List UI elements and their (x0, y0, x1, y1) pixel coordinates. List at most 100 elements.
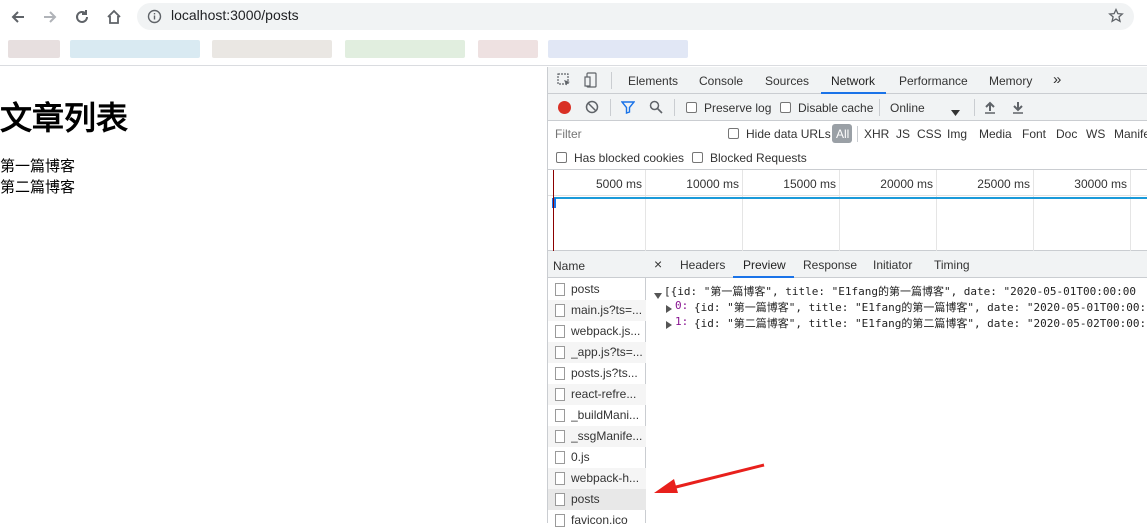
bookmark-item[interactable] (8, 40, 60, 58)
devtools-panel: Elements Console Sources Network Perform… (547, 67, 1147, 527)
tab-preview[interactable]: Preview (743, 258, 786, 272)
request-row[interactable]: posts.js?ts... (548, 363, 646, 384)
tab-initiator[interactable]: Initiator (873, 258, 912, 272)
tab-response[interactable]: Response (803, 258, 857, 272)
filter-type-js[interactable]: JS (896, 127, 910, 141)
filter-type-xhr[interactable]: XHR (864, 127, 889, 141)
close-icon[interactable]: × (654, 256, 662, 272)
json-item: {id: "第二篇博客", title: "E1fang的第二篇博客", dat… (694, 317, 1147, 330)
document-icon (555, 304, 565, 317)
tab-console[interactable]: Console (699, 74, 743, 88)
timeline-load-marker (553, 170, 554, 251)
tab-headers[interactable]: Headers (680, 258, 725, 272)
search-icon[interactable] (649, 100, 663, 117)
forward-icon[interactable] (38, 5, 62, 29)
clear-icon[interactable] (585, 100, 599, 117)
tab-memory[interactable]: Memory (989, 74, 1032, 88)
request-row[interactable]: _ssgManife... (548, 426, 646, 447)
document-icon (555, 514, 565, 527)
expanded-triangle-icon[interactable] (654, 288, 662, 302)
request-row[interactable]: favicon.ico (548, 510, 646, 531)
request-name: _app.js?ts=... (571, 345, 643, 359)
tab-performance[interactable]: Performance (899, 74, 968, 88)
request-name: posts (571, 282, 600, 296)
filter-icon[interactable] (620, 100, 636, 117)
tab-timing[interactable]: Timing (934, 258, 970, 272)
back-icon[interactable] (6, 5, 30, 29)
request-detail-pane: × Headers Preview Response Initiator Tim… (646, 251, 1147, 523)
bookmark-star-icon[interactable] (1108, 7, 1124, 28)
name-header-label: Name (553, 259, 586, 273)
document-icon (555, 283, 565, 296)
separator (610, 99, 611, 116)
tab-sources[interactable]: Sources (765, 74, 809, 88)
post-item[interactable]: 第一篇博客 (0, 155, 75, 176)
has-blocked-cookies-checkbox[interactable] (556, 152, 567, 163)
bookmarks-bar (0, 34, 1147, 66)
filter-type-font[interactable]: Font (1022, 127, 1046, 141)
request-row[interactable]: webpack-h... (548, 468, 646, 489)
document-icon (555, 430, 565, 443)
import-har-icon[interactable] (983, 100, 997, 117)
hide-data-urls-checkbox[interactable] (728, 128, 739, 139)
inspect-element-icon[interactable] (557, 73, 572, 91)
timeline-tick-label: 25000 ms (977, 177, 1030, 191)
request-row[interactable]: webpack.js... (548, 321, 646, 342)
request-row[interactable]: posts (548, 279, 646, 300)
collapsed-triangle-icon[interactable] (666, 302, 672, 316)
home-icon[interactable] (102, 5, 126, 29)
more-tabs-icon[interactable]: » (1053, 71, 1061, 88)
request-row[interactable]: main.js?ts=... (548, 300, 646, 321)
separator (879, 99, 880, 116)
filter-type-doc[interactable]: Doc (1056, 127, 1077, 141)
timeline-dom-content-line (553, 197, 1147, 199)
request-row[interactable]: 0.js (548, 447, 646, 468)
device-toolbar-icon[interactable] (584, 72, 599, 91)
json-key: 0: (675, 299, 689, 312)
separator (857, 126, 858, 142)
request-name: posts.js?ts... (571, 366, 638, 380)
filter-type-ws[interactable]: WS (1086, 127, 1105, 141)
hide-data-urls-label: Hide data URLs (746, 127, 831, 141)
filter-type-img[interactable]: Img (947, 127, 967, 141)
request-row[interactable]: _buildMani... (548, 405, 646, 426)
bookmark-item[interactable] (345, 40, 465, 58)
info-icon[interactable] (147, 9, 162, 28)
post-item[interactable]: 第二篇博客 (0, 176, 75, 197)
disable-cache-checkbox[interactable] (780, 102, 791, 113)
tab-elements[interactable]: Elements (628, 74, 678, 88)
bookmark-item[interactable] (70, 40, 200, 58)
request-row[interactable]: react-refre... (548, 384, 646, 405)
filter-type-media[interactable]: Media (979, 127, 1012, 141)
name-column-header[interactable]: Name (548, 251, 646, 278)
record-icon[interactable] (558, 101, 571, 114)
tab-network[interactable]: Network (831, 74, 875, 88)
filter-input[interactable] (552, 125, 714, 143)
timeline-gridline (936, 170, 937, 251)
export-har-icon[interactable] (1011, 100, 1025, 117)
bookmark-item[interactable] (548, 40, 688, 58)
filter-type-css[interactable]: CSS (917, 127, 942, 141)
filter-type-all-button[interactable]: All (832, 124, 852, 143)
request-name: posts (571, 492, 600, 506)
bookmark-item[interactable] (212, 40, 332, 58)
disable-cache-label: Disable cache (798, 101, 874, 115)
request-row-selected[interactable]: posts (548, 489, 646, 510)
url-text: localhost:3000/posts (171, 7, 299, 23)
timeline-tick-label: 30000 ms (1074, 177, 1127, 191)
has-blocked-cookies-label: Has blocked cookies (574, 151, 685, 165)
blocked-requests-checkbox[interactable] (692, 152, 703, 163)
network-toolbar: Preserve log Disable cache Online (548, 94, 1147, 121)
filter-type-manifest[interactable]: Manife (1114, 127, 1147, 141)
document-icon (555, 346, 565, 359)
preserve-log-checkbox[interactable] (686, 102, 697, 113)
chevron-down-icon[interactable] (951, 105, 960, 119)
network-overview-timeline[interactable]: 5000 ms 10000 ms 15000 ms 20000 ms 25000… (548, 170, 1147, 251)
bookmark-item[interactable] (478, 40, 538, 58)
reload-icon[interactable] (70, 5, 94, 29)
page-content: 文章列表 第一篇博客 第二篇博客 (0, 67, 547, 523)
collapsed-triangle-icon[interactable] (666, 318, 672, 332)
browser-toolbar: localhost:3000/posts (0, 0, 1147, 34)
request-row[interactable]: _app.js?ts=... (548, 342, 646, 363)
throttle-select[interactable]: Online (890, 101, 925, 115)
